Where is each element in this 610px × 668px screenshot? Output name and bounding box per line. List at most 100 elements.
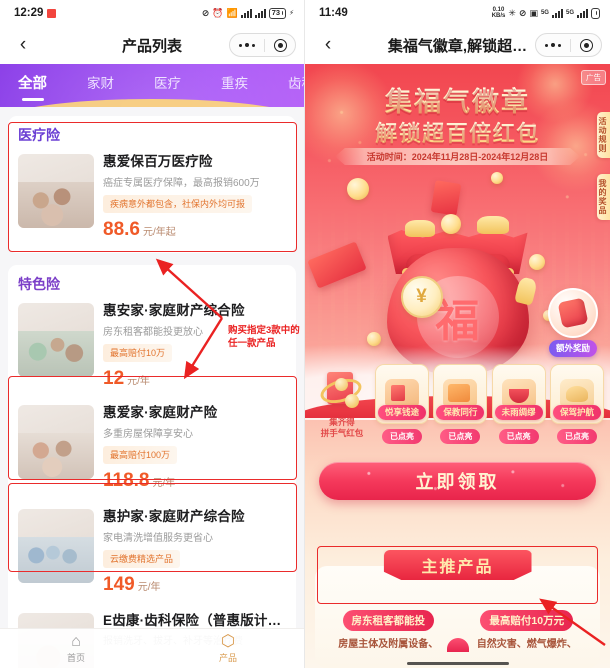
left-nav-bar: ‹ 产品列表 [0,26,304,64]
badge-item-baojiahuhang[interactable]: 保驾护航 已点亮 [549,364,604,444]
badge-state: 已点亮 [440,429,481,444]
home-indicator [406,661,509,665]
tab-home-property[interactable]: 家财 [87,72,114,100]
bottom-nav-home[interactable]: ⌂ 首页 [0,633,152,664]
target-circle-icon[interactable] [571,38,601,52]
product-item-huihujia[interactable]: 惠护家·家庭财产综合险 家电清洗增值服务更省心 云缴费精选产品 149 元/年 [18,504,286,598]
tab-medical[interactable]: 医疗 [154,72,181,100]
back-button[interactable]: ‹ [8,34,38,56]
product-name: E齿康·齿科保险（普惠版计… [103,612,282,628]
status-time: 11:49 [319,7,348,19]
section-title-featured: 特色险 [18,275,60,292]
badge-item-baojiaotongxing[interactable]: 保教同行 已点亮 [433,364,488,444]
signal-5g-icon-2 [577,8,588,18]
main-product-desc: 房屋主体及附属设备、 [338,639,439,650]
battery-icon: 73 [268,7,287,19]
bottom-nav-products[interactable]: ⬡ 产品 [152,633,304,664]
mini-program-capsule [535,33,602,57]
promo-title: 集福气徽章 [305,80,610,119]
wifi-icon: 📶 [226,7,238,18]
bluetooth-icon: ✳ [508,7,516,18]
badges-intro-line2: 拼手气红包 [320,428,364,439]
screenshot-stage: 12:29 ⊘ ⏰ 📶 73 ⚡ ‹ 产品列表 全部 家财 医疗 重疾 齿 医疗… [0,0,610,668]
right-status-bar: 11:49 0.10 KB/s ✳ ⊘ ▣ 5G 5G [305,0,610,26]
extra-reward-label: 额外奖励 [548,339,597,357]
promo-page[interactable]: 广告 集福气徽章 解锁超百倍红包 活动时间：2024年11月28日-2024年1… [305,64,610,668]
product-tag: 最高赔付100万 [103,445,178,464]
product-image [18,404,94,479]
price-value: 88.6 [103,218,140,240]
collect-all-reward-icon [317,370,365,414]
gold-ingot-icon-1 [404,220,435,237]
bottom-nav-products-label: 产品 [218,653,237,663]
price-value: 12 [103,367,125,389]
network-type-5g-label: 5G [540,10,549,16]
screenshot-icon: ▣ [529,7,538,18]
coin-icon-1 [347,178,369,200]
signal-icon [240,8,252,18]
product-image [18,302,94,377]
badge-item-weiyuchoumou[interactable]: 未雨绸缪 已点亮 [491,364,546,444]
product-price: 149 元/年 [103,575,286,594]
network-type-5g-label-2: 5G [565,10,574,16]
back-button[interactable]: ‹ [313,34,343,56]
badge-state: 已点亮 [556,429,597,444]
price-value: 118.8 [103,469,150,491]
right-nav-bar: ‹ 集福气徽章,解锁超… [305,26,610,64]
badge-state: 已点亮 [498,429,539,444]
status-right-group: ⊘ ⏰ 📶 73 ⚡ [201,7,294,19]
claim-now-button[interactable]: 立即领取 [319,462,596,500]
target-circle-icon[interactable] [265,38,295,52]
dnd-icon: ⊘ [201,7,210,18]
extra-reward-widget[interactable]: 额外奖励 [542,288,604,357]
status-time: 12:29 [14,7,44,19]
price-unit: 元/年起 [142,226,176,238]
product-tag: 云缴费精选产品 [103,549,181,568]
product-info: 惠护家·家庭财产综合险 家电清洗增值服务更省心 云缴费精选产品 149 元/年 [103,509,286,594]
badge-tile: 保驾护航 [549,364,604,424]
badges-intro: 集齐得 拼手气红包 [311,364,373,440]
badge-tile: 未雨绸缪 [491,364,546,424]
product-item-huiaijia[interactable]: 惠爱家·家庭财产险 多重房屋保障享安心 最高赔付100万 118.8 元/年 [18,400,286,494]
product-list-content[interactable]: 医疗险 惠爱保百万医疗险 癌症专属医疗保障，最高报销600万 疾病意外都包含，社… [0,107,304,668]
hand-holding-red-packet-icon [557,297,589,329]
more-dots-icon[interactable] [230,42,264,48]
badge-name: 保教同行 [436,405,485,420]
category-tabs: 全部 家财 医疗 重疾 齿科 [0,72,304,100]
badge-name: 未雨绸缪 [494,405,543,420]
badge-list: 悦享钱途 已点亮 保教同行 已点亮 未雨绸缪 已点亮 保驾护航 已点亮 [373,364,604,444]
badge-tile: 悦享钱途 [375,364,429,424]
badges-intro-text: 集齐得 拼手气红包 [311,417,373,440]
badge-item-yuexiangqiantu[interactable]: 悦享钱途 已点亮 [375,364,429,444]
product-price: 12 元/年 [103,369,286,388]
cta-wrapper: 立即领取 [319,462,596,500]
side-tab-my-prizes[interactable]: 我的奖品 [597,174,610,220]
bottom-nav-bar: ⌂ 首页 ⬡ 产品 [0,628,304,668]
price-value: 149 [103,573,135,595]
section-title-medical: 医疗险 [18,127,60,143]
side-tab-rules[interactable]: 活动规则 [597,112,610,158]
status-right-group: 0.10 KB/s ✳ ⊘ ▣ 5G 5G [492,7,600,19]
product-name: 惠爱保百万医疗险 [103,154,213,169]
main-product-desc: 自然灾害、燃气爆炸、 [476,639,577,650]
more-dots-icon[interactable] [536,42,570,48]
tab-dental[interactable]: 齿科 [288,72,304,100]
price-unit: 元/年 [127,375,150,387]
product-name: 惠护家·家庭财产综合险 [103,508,245,524]
home-icon: ⌂ [71,633,81,650]
product-price: 118.8 元/年 [103,471,286,490]
promo-time-range: 活动时间：2024年11月28日-2024年12月28日 [335,148,580,165]
coin-icon-2 [491,172,503,184]
tab-all[interactable]: 全部 [18,72,47,100]
product-info: 惠爱家·家庭财产险 多重房屋保障享安心 最高赔付100万 118.8 元/年 [103,405,286,490]
main-product-panel: 房东租客都能投 房屋主体及附属设备、 最高赔付10万元 自然灾害、燃气爆炸、 [315,566,600,668]
left-status-bar: 12:29 ⊘ ⏰ 📶 73 ⚡ [0,0,304,26]
main-product-pill: 最高赔付10万元 [480,610,574,631]
tab-critical-illness[interactable]: 重疾 [221,72,248,100]
bottom-nav-home-label: 首页 [66,653,85,663]
annotation-text: 购买指定3款中的任一款产品 [228,325,300,349]
product-item-huiaibao[interactable]: 惠爱保百万医疗险 癌症专属医疗保障，最高报销600万 疾病意外都包含，社保内外均… [18,149,286,243]
alarm-icon: ⏰ [212,7,224,18]
signal-icon-2 [254,8,266,18]
main-product-section: 房东租客都能投 房屋主体及附属设备、 最高赔付10万元 自然灾害、燃气爆炸、 主… [305,550,610,668]
